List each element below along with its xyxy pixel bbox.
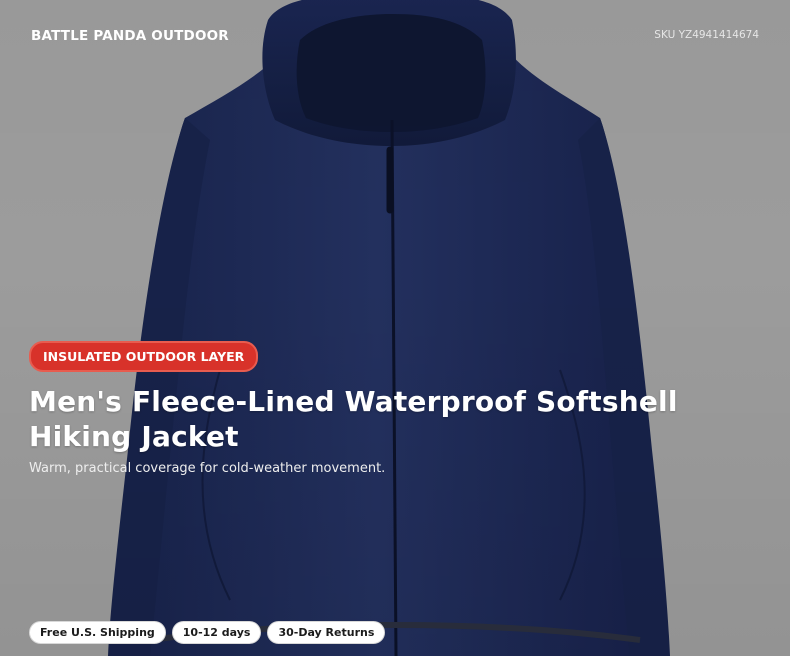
delivery-time-chip: 10-12 days [171, 621, 262, 644]
image-overlay [0, 0, 790, 656]
shipping-chip: Free U.S. Shipping [29, 621, 166, 644]
sku-label: SKU YZ4941414674 [654, 29, 759, 41]
category-tag: INSULATED OUTDOOR LAYER [29, 341, 259, 372]
hero-banner [0, 0, 790, 656]
product-title: Men's Fleece-Lined Waterproof Softshell … [29, 385, 678, 453]
product-subtitle: Warm, practical coverage for cold-weathe… [29, 461, 386, 476]
returns-chip: 30-Day Returns [267, 621, 386, 644]
feature-chips: Free U.S. Shipping 10-12 days 30-Day Ret… [29, 621, 386, 644]
brand-name: BATTLE PANDA OUTDOOR [31, 28, 229, 44]
